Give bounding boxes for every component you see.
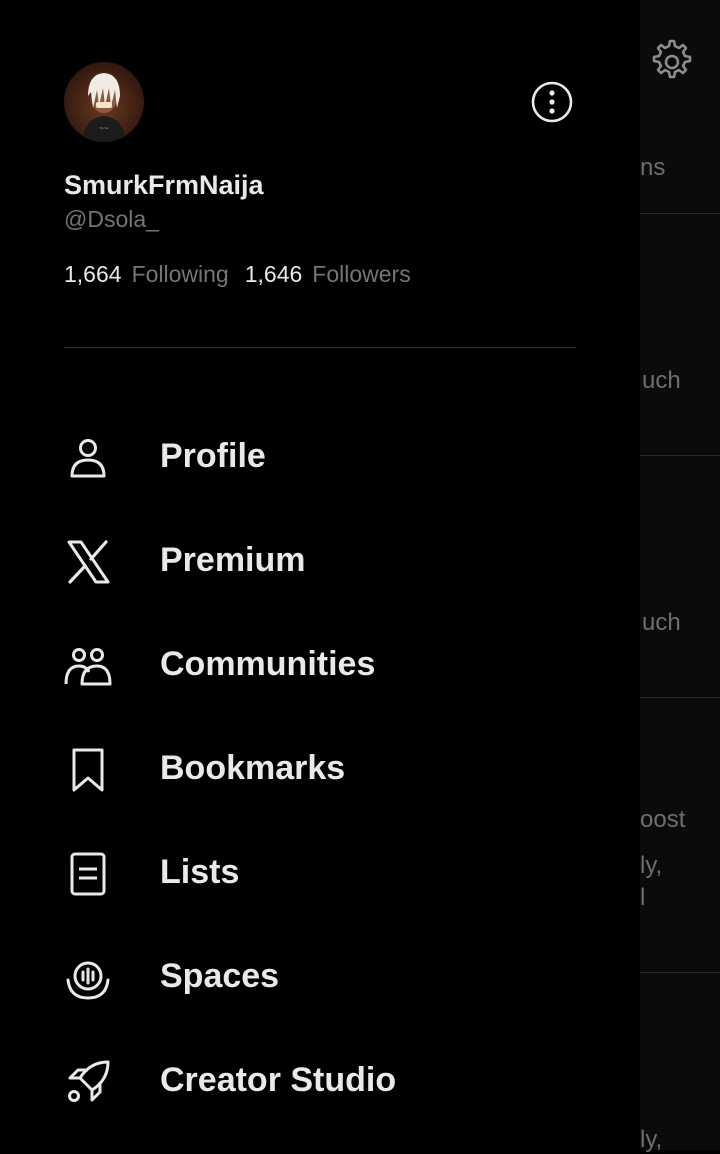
divider xyxy=(64,347,576,348)
background-text-fragment: ly, xyxy=(640,852,663,879)
menu-item-creator-studio[interactable]: Creator Studio xyxy=(0,1028,640,1132)
background-divider xyxy=(640,213,720,214)
more-options-button[interactable] xyxy=(530,80,574,124)
background-divider xyxy=(640,972,720,973)
followers-label: Followers xyxy=(312,261,411,287)
background-text-fragment: uch xyxy=(642,367,681,394)
menu-item-spaces[interactable]: Spaces xyxy=(0,924,640,1028)
background-text-fragment: oost xyxy=(640,806,686,833)
list-icon xyxy=(64,850,112,898)
svg-text:~~: ~~ xyxy=(99,125,109,132)
person-icon xyxy=(64,434,112,482)
follow-stats: 1,664 Following 1,646 Followers xyxy=(64,261,411,288)
menu-item-label: Communities xyxy=(160,645,376,683)
background-text-fragment: uch xyxy=(642,609,681,636)
more-vertical-icon xyxy=(531,81,573,123)
menu-item-lists[interactable]: Lists xyxy=(0,820,640,924)
communities-icon xyxy=(64,642,112,690)
menu-item-label: Lists xyxy=(160,853,240,891)
background-text-fragment: l xyxy=(640,884,646,911)
menu-item-label: Creator Studio xyxy=(160,1061,397,1099)
background-divider xyxy=(640,455,720,456)
menu-item-profile[interactable]: Profile xyxy=(0,404,640,508)
menu-item-bookmarks[interactable]: Bookmarks xyxy=(0,716,640,820)
display-name[interactable]: SmurkFrmNaija xyxy=(64,170,264,201)
x-logo-icon xyxy=(64,538,112,586)
spaces-icon xyxy=(64,954,112,1002)
followers-link[interactable]: 1,646 Followers xyxy=(245,261,411,288)
menu-item-label: Premium xyxy=(160,541,306,579)
menu-item-label: Spaces xyxy=(160,957,280,995)
following-label: Following xyxy=(131,261,229,287)
user-handle: @Dsola_ xyxy=(64,206,159,232)
menu-item-communities[interactable]: Communities xyxy=(0,612,640,716)
rocket-icon xyxy=(64,1058,112,1106)
menu-item-label: Profile xyxy=(160,437,266,475)
bookmark-icon xyxy=(64,746,112,794)
background-divider xyxy=(640,697,720,698)
avatar[interactable]: ~~ xyxy=(64,62,144,142)
drawer-menu: Profile Premium Communities Bookmarks Li… xyxy=(0,404,640,1132)
menu-item-label: Bookmarks xyxy=(160,749,346,787)
settings-gear-icon[interactable] xyxy=(648,38,696,86)
following-count: 1,664 xyxy=(64,261,122,287)
following-link[interactable]: 1,664 Following xyxy=(64,261,229,288)
navigation-drawer: ~~ SmurkFrmNaija @Dsola_ 1,664 Following… xyxy=(0,0,640,1150)
background-text-fragment: ns xyxy=(640,154,666,181)
menu-item-premium[interactable]: Premium xyxy=(0,508,640,612)
followers-count: 1,646 xyxy=(244,261,303,287)
